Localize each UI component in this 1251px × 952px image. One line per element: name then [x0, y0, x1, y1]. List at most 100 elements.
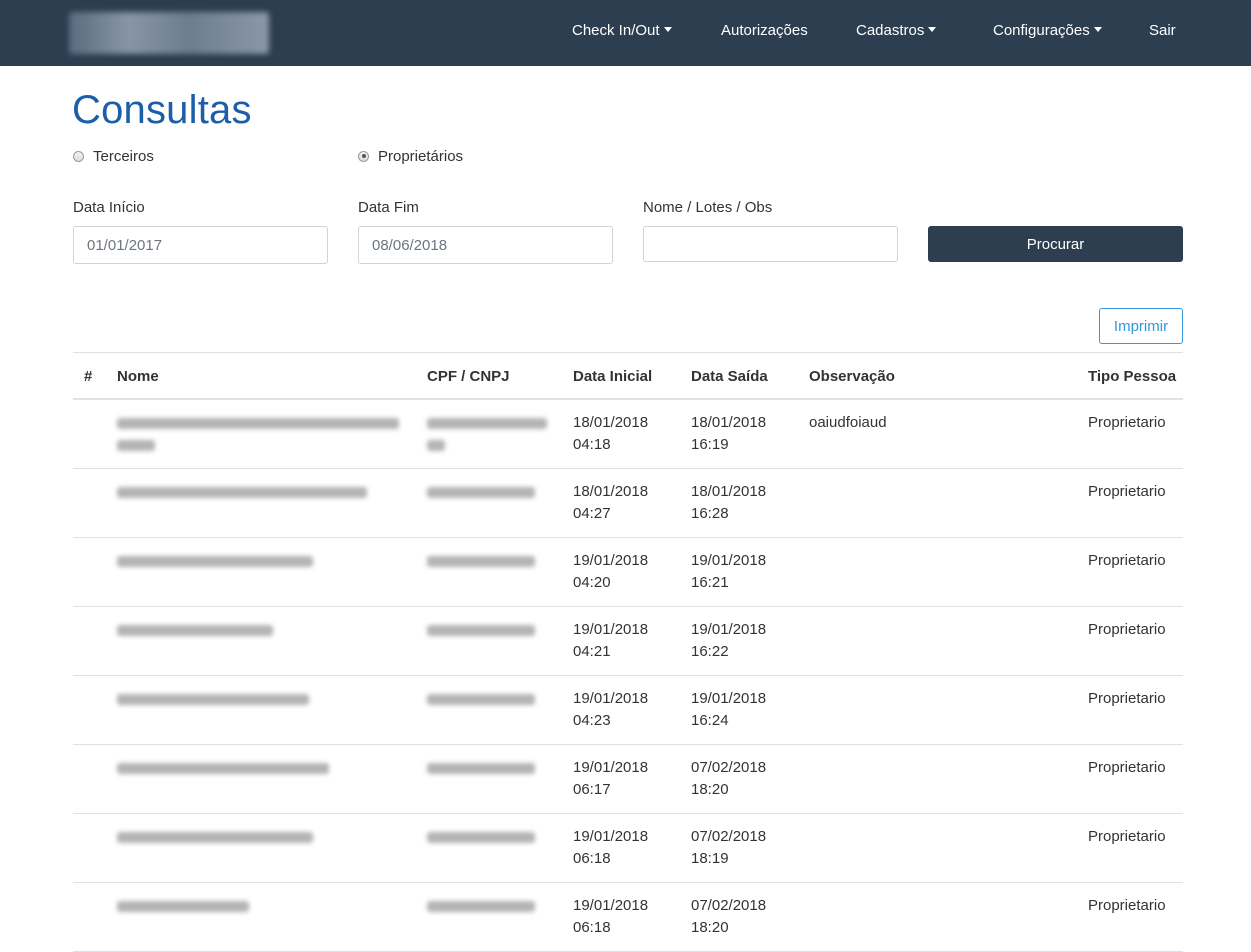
- data-inicial-cell: 19/01/2018 06:18: [573, 895, 648, 939]
- table-row[interactable]: 18/01/2018 04:27 18/01/2018 16:28 Proprietar…: [73, 469, 1183, 538]
- caret-down-icon: [1093, 27, 1102, 32]
- date-text: 18/01/2018: [691, 483, 767, 500]
- header-data-inicial: Data Inicial: [573, 368, 653, 385]
- redacted-text: [117, 901, 249, 912]
- table-row[interactable]: 19/01/2018 06:18 07/02/2018 18:20 Proprietar…: [73, 883, 1183, 952]
- tipo-pessoa-cell: Proprietario: [1088, 759, 1166, 776]
- redacted-text: [427, 440, 445, 451]
- nome-cell: [117, 826, 313, 854]
- nome-cell: [117, 688, 309, 716]
- nav-sair[interactable]: Sair: [1149, 0, 1176, 66]
- date-text: 07/02/2018: [691, 759, 767, 776]
- observacao-cell: oaiudfoiaud: [809, 414, 887, 431]
- data-inicial-cell: 19/01/2018 06:18: [573, 826, 648, 870]
- date-text: 19/01/2018: [573, 759, 649, 776]
- procurar-button[interactable]: Procurar: [928, 226, 1183, 262]
- header-hash: #: [84, 368, 93, 385]
- table-row[interactable]: 19/01/2018 04:23 19/01/2018 16:24 Proprietar…: [73, 676, 1183, 745]
- header-nome: Nome: [117, 368, 159, 385]
- page-title: Consultas: [72, 88, 252, 132]
- time-text: 06:18: [573, 919, 611, 936]
- data-inicial-cell: 19/01/2018 04:21: [573, 619, 648, 663]
- redacted-text: [427, 694, 535, 705]
- nome-cell: [117, 412, 399, 462]
- nome-lotes-obs-input[interactable]: [643, 226, 898, 262]
- date-text: 19/01/2018: [573, 690, 649, 707]
- imprimir-button[interactable]: Imprimir: [1099, 308, 1183, 344]
- redacted-text: [117, 440, 155, 451]
- redacted-text: [117, 487, 367, 498]
- date-text: 18/01/2018: [691, 414, 767, 431]
- date-text: 19/01/2018: [573, 621, 649, 638]
- time-text: 18:20: [691, 781, 729, 798]
- nome-cell: [117, 895, 249, 923]
- table-row[interactable]: 19/01/2018 04:20 19/01/2018 16:21 Proprietar…: [73, 538, 1183, 607]
- nav-cadastros[interactable]: Cadastros: [856, 0, 937, 66]
- table-body: 18/01/2018 04:18 18/01/2018 16:19 oaiudfoiau…: [73, 400, 1183, 952]
- redacted-text: [427, 556, 535, 567]
- cpf-cnpj-cell: [427, 826, 535, 854]
- date-text: 19/01/2018: [691, 690, 767, 707]
- tipo-pessoa-cell: Proprietario: [1088, 897, 1166, 914]
- nome-cell: [117, 481, 367, 509]
- nav-configuracoes[interactable]: Configurações: [993, 0, 1102, 66]
- redacted-text: [117, 625, 273, 636]
- nav-autorizacoes[interactable]: Autorizações: [721, 0, 808, 66]
- data-saida-cell: 18/01/2018 16:19: [691, 412, 766, 456]
- cpf-cnpj-cell: [427, 550, 535, 578]
- cpf-cnpj-cell: [427, 619, 535, 647]
- redacted-text: [117, 694, 309, 705]
- nav-check-in-out[interactable]: Check In/Out: [572, 0, 672, 66]
- redacted-text: [117, 418, 399, 429]
- data-fim-input[interactable]: [358, 226, 613, 264]
- data-saida-cell: 07/02/2018 18:19: [691, 826, 766, 870]
- nome-lotes-obs-label: Nome / Lotes / Obs: [643, 199, 773, 216]
- table-row[interactable]: 19/01/2018 04:21 19/01/2018 16:22 Proprietar…: [73, 607, 1183, 676]
- data-saida-cell: 19/01/2018 16:21: [691, 550, 766, 594]
- table-row[interactable]: 18/01/2018 04:18 18/01/2018 16:19 oaiudfoiau…: [73, 400, 1183, 469]
- radio-terceiros[interactable]: Terceiros: [73, 146, 154, 166]
- data-inicio-input[interactable]: [73, 226, 328, 264]
- radio-checked-icon[interactable]: [358, 150, 369, 162]
- tipo-pessoa-cell: Proprietario: [1088, 828, 1166, 845]
- time-text: 04:21: [573, 643, 611, 660]
- date-text: 07/02/2018: [691, 897, 767, 914]
- tipo-pessoa-cell: Proprietario: [1088, 552, 1166, 569]
- table-row[interactable]: 19/01/2018 06:18 07/02/2018 18:19 Proprietar…: [73, 814, 1183, 883]
- date-text: 19/01/2018: [691, 552, 767, 569]
- caret-down-icon: [663, 27, 672, 32]
- radio-proprietarios[interactable]: Proprietários: [358, 146, 463, 166]
- redacted-text: [427, 763, 535, 774]
- data-inicio-label: Data Início: [73, 199, 145, 216]
- header-cpf-cnpj: CPF / CNPJ: [427, 368, 510, 385]
- data-inicial-cell: 18/01/2018 04:27: [573, 481, 648, 525]
- data-inicial-cell: 19/01/2018 04:23: [573, 688, 648, 732]
- cpf-cnpj-cell: [427, 757, 535, 785]
- top-navbar: Check In/Out Autorizações Cadastros Conf…: [0, 0, 1251, 66]
- caret-down-icon: [928, 27, 937, 32]
- redacted-text: [117, 763, 329, 774]
- time-text: 06:17: [573, 781, 611, 798]
- time-text: 18:19: [691, 850, 729, 867]
- header-tipo-pessoa: Tipo Pessoa: [1088, 368, 1177, 385]
- date-text: 18/01/2018: [573, 414, 649, 431]
- tipo-pessoa-cell: Proprietario: [1088, 483, 1166, 500]
- time-text: 04:18: [573, 436, 611, 453]
- radio-proprietarios-label: Proprietários: [378, 147, 464, 165]
- date-text: 19/01/2018: [573, 828, 649, 845]
- time-text: 16:19: [691, 436, 729, 453]
- data-fim-label: Data Fim: [358, 199, 419, 216]
- time-text: 04:27: [573, 505, 611, 522]
- date-text: 19/01/2018: [691, 621, 767, 638]
- header-observacao: Observação: [809, 368, 895, 385]
- radio-terceiros-label: Terceiros: [93, 147, 154, 165]
- data-inicial-cell: 19/01/2018 04:20: [573, 550, 648, 594]
- cpf-cnpj-cell: [427, 895, 535, 923]
- time-text: 16:21: [691, 574, 729, 591]
- table-row[interactable]: 19/01/2018 06:17 07/02/2018 18:20 Proprietar…: [73, 745, 1183, 814]
- redacted-text: [427, 901, 535, 912]
- time-text: 16:24: [691, 712, 729, 729]
- radio-unchecked-icon[interactable]: [73, 150, 84, 162]
- brand-logo[interactable]: [69, 12, 269, 54]
- nome-cell: [117, 550, 313, 578]
